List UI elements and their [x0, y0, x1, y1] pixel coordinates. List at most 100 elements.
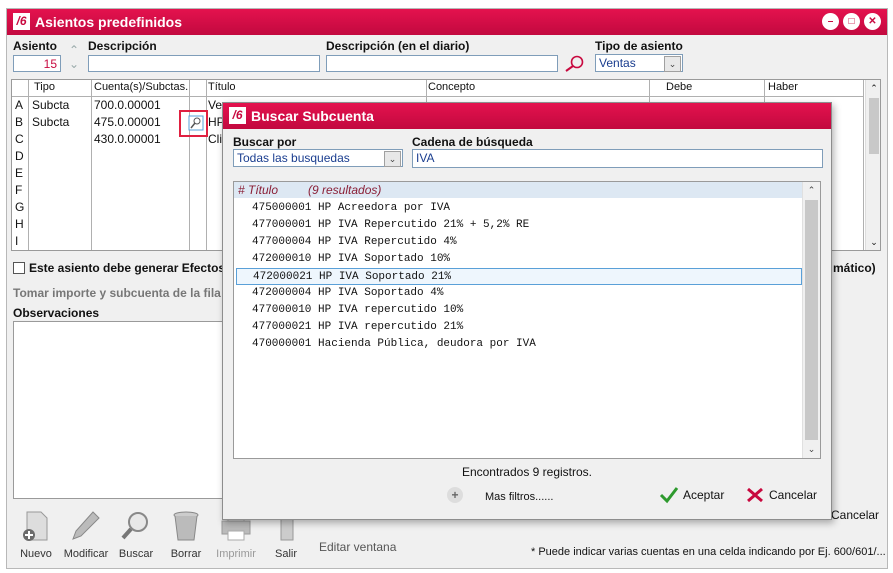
lookup-icon[interactable]	[188, 115, 204, 131]
buscar-por-label: Buscar por	[233, 135, 297, 149]
cell-tipo[interactable]: Subcta	[32, 97, 69, 113]
results-scroll-thumb[interactable]	[805, 200, 818, 440]
asiento-label: Asiento	[13, 39, 58, 53]
cadena-input[interactable]: IVA	[412, 149, 823, 168]
add-filter-icon[interactable]: +	[447, 487, 463, 503]
borrar-button[interactable]: Borrar	[161, 509, 211, 560]
nuevo-button[interactable]: Nuevo	[11, 509, 61, 560]
new-document-icon	[23, 511, 48, 541]
borrar-label: Borrar	[170, 548, 202, 560]
buscar-button[interactable]: Buscar	[111, 509, 161, 560]
scroll-up-icon[interactable]: ⌃	[866, 80, 880, 96]
mas-filtros-link[interactable]: Mas filtros......	[485, 491, 553, 503]
results-list: # Título (9 resultados) 475000001 HP Acr…	[233, 181, 821, 459]
result-row[interactable]: 472000010 HP IVA Soportado 10%	[236, 251, 802, 268]
descripcion-diario-label: Descripción (en el diario)	[326, 39, 470, 53]
cell-cuenta[interactable]: 475.0.00001	[94, 114, 161, 130]
maximize-icon[interactable]: □	[843, 13, 860, 30]
found-text: Encontrados 9 registros.	[461, 465, 593, 479]
row-letter: I	[15, 234, 19, 248]
observaciones-label: Observaciones	[13, 306, 100, 320]
buscar-por-value: Todas las busquedas	[237, 151, 350, 165]
row-letter: F	[15, 183, 23, 197]
row-letter: A	[15, 98, 24, 112]
descripcion-diario-input[interactable]	[326, 55, 558, 72]
cell-titulo: Cli	[208, 132, 222, 146]
result-row[interactable]: 475000001 HP Acreedora por IVA	[236, 200, 802, 217]
col-debe: Debe	[666, 80, 764, 97]
result-row[interactable]: 477000021 HP IVA repercutido 21%	[236, 319, 802, 336]
descripcion-label: Descripción	[88, 39, 157, 53]
efectos-label: Este asiento debe generar Efectos	[29, 261, 226, 275]
col-haber: Haber	[768, 80, 863, 97]
chevron-down-icon: ⌄	[384, 151, 401, 167]
row-letter: G	[15, 200, 25, 214]
row-letter: B	[15, 115, 24, 129]
row-letter: H	[15, 217, 24, 231]
buscar-subcuenta-dialog: /6 Buscar Subcuenta Buscar por Todas las…	[222, 102, 832, 520]
cadena-label: Cadena de búsqueda	[412, 135, 533, 149]
cell-cuenta[interactable]: 700.0.00001	[94, 97, 161, 113]
results-count: (9 resultados)	[308, 183, 382, 197]
observaciones-textarea[interactable]	[13, 321, 229, 499]
result-row[interactable]: 477000004 HP IVA Repercutido 4%	[236, 234, 802, 251]
col-tipo: Tipo	[30, 80, 94, 97]
modificar-button[interactable]: Modificar	[61, 509, 111, 560]
window-title: Asientos predefinidos	[35, 14, 183, 30]
asiento-input[interactable]: 15	[13, 55, 61, 72]
result-row[interactable]: 470000001 Hacienda Pública, deudora por …	[236, 336, 802, 353]
scroll-down-icon[interactable]: ⌄	[866, 234, 880, 250]
tipo-asiento-label: Tipo de asiento	[595, 39, 683, 53]
result-row[interactable]: 477000010 HP IVA repercutido 10%	[236, 302, 802, 319]
pencil-icon	[72, 511, 100, 540]
footer-note: * Puede indicar varias cuentas en una ce…	[531, 546, 886, 558]
result-row[interactable]: 477000001 HP IVA Repercutido 21% + 5,2% …	[236, 217, 802, 234]
asiento-stepper-icon[interactable]: ⌃ ⌄	[67, 43, 81, 73]
minimize-icon[interactable]: –	[822, 13, 839, 30]
buscar-por-select[interactable]: Todas las busquedas ⌄	[233, 149, 403, 167]
dialog-titlebar: /6 Buscar Subcuenta	[223, 103, 831, 129]
col-concepto: Concepto	[428, 80, 648, 97]
imprimir-label: Imprimir	[216, 548, 256, 560]
cross-icon	[747, 487, 763, 503]
descripcion-input[interactable]	[88, 55, 320, 72]
scroll-down-icon[interactable]: ⌄	[803, 441, 820, 458]
grid-scrollbar[interactable]: ⌃ ⌄	[865, 80, 880, 250]
scroll-up-icon[interactable]: ⌃	[803, 182, 820, 199]
cancelar-button[interactable]: Cancelar	[745, 486, 817, 504]
result-row[interactable]: 472000021 HP IVA Soportado 21%	[236, 268, 802, 285]
magnifier-icon	[121, 512, 148, 540]
check-icon	[659, 487, 679, 504]
cell-tipo[interactable]: Subcta	[32, 114, 69, 130]
cancelar-bg-button[interactable]: Cancelar	[831, 508, 879, 522]
cancelar-label: Cancelar	[769, 488, 818, 502]
search-icon[interactable]	[563, 54, 585, 74]
trash-icon	[173, 511, 199, 541]
editar-ventana-link[interactable]: Editar ventana	[319, 540, 396, 554]
cell-cuenta[interactable]: 430.0.00001	[94, 131, 161, 147]
chevron-down-icon: ⌄	[664, 56, 681, 72]
close-icon[interactable]: ✕	[864, 13, 881, 30]
tipo-asiento-value: Ventas	[599, 56, 636, 70]
results-header: # Título (9 resultados)	[234, 182, 804, 198]
app-logo-icon: /6	[13, 13, 30, 30]
row-letter: E	[15, 166, 24, 180]
tomar-importe-label: Tomar importe y subcuenta de la fila	[13, 286, 221, 300]
row-letter: D	[15, 149, 24, 163]
salir-label: Salir	[274, 548, 297, 560]
dialog-logo-icon: /6	[229, 107, 246, 124]
automatico-label: mático)	[833, 261, 876, 275]
tipo-asiento-select[interactable]: Ventas ⌄	[595, 54, 683, 72]
dialog-title: Buscar Subcuenta	[251, 108, 374, 124]
aceptar-label: Aceptar	[683, 488, 725, 502]
grid-scroll-thumb[interactable]	[869, 98, 879, 154]
col-cuenta: Cuenta(s)/Subctas.	[94, 80, 189, 97]
efectos-checkbox[interactable]	[13, 262, 25, 274]
results-scrollbar[interactable]: ⌃ ⌄	[802, 182, 820, 458]
aceptar-button[interactable]: Aceptar	[659, 486, 724, 504]
buscar-label: Buscar	[118, 548, 154, 560]
results-title-col: # Título	[238, 183, 279, 197]
result-row[interactable]: 472000004 HP IVA Soportado 4%	[236, 285, 802, 302]
nuevo-label: Nuevo	[20, 548, 52, 560]
modificar-label: Modificar	[63, 548, 109, 560]
